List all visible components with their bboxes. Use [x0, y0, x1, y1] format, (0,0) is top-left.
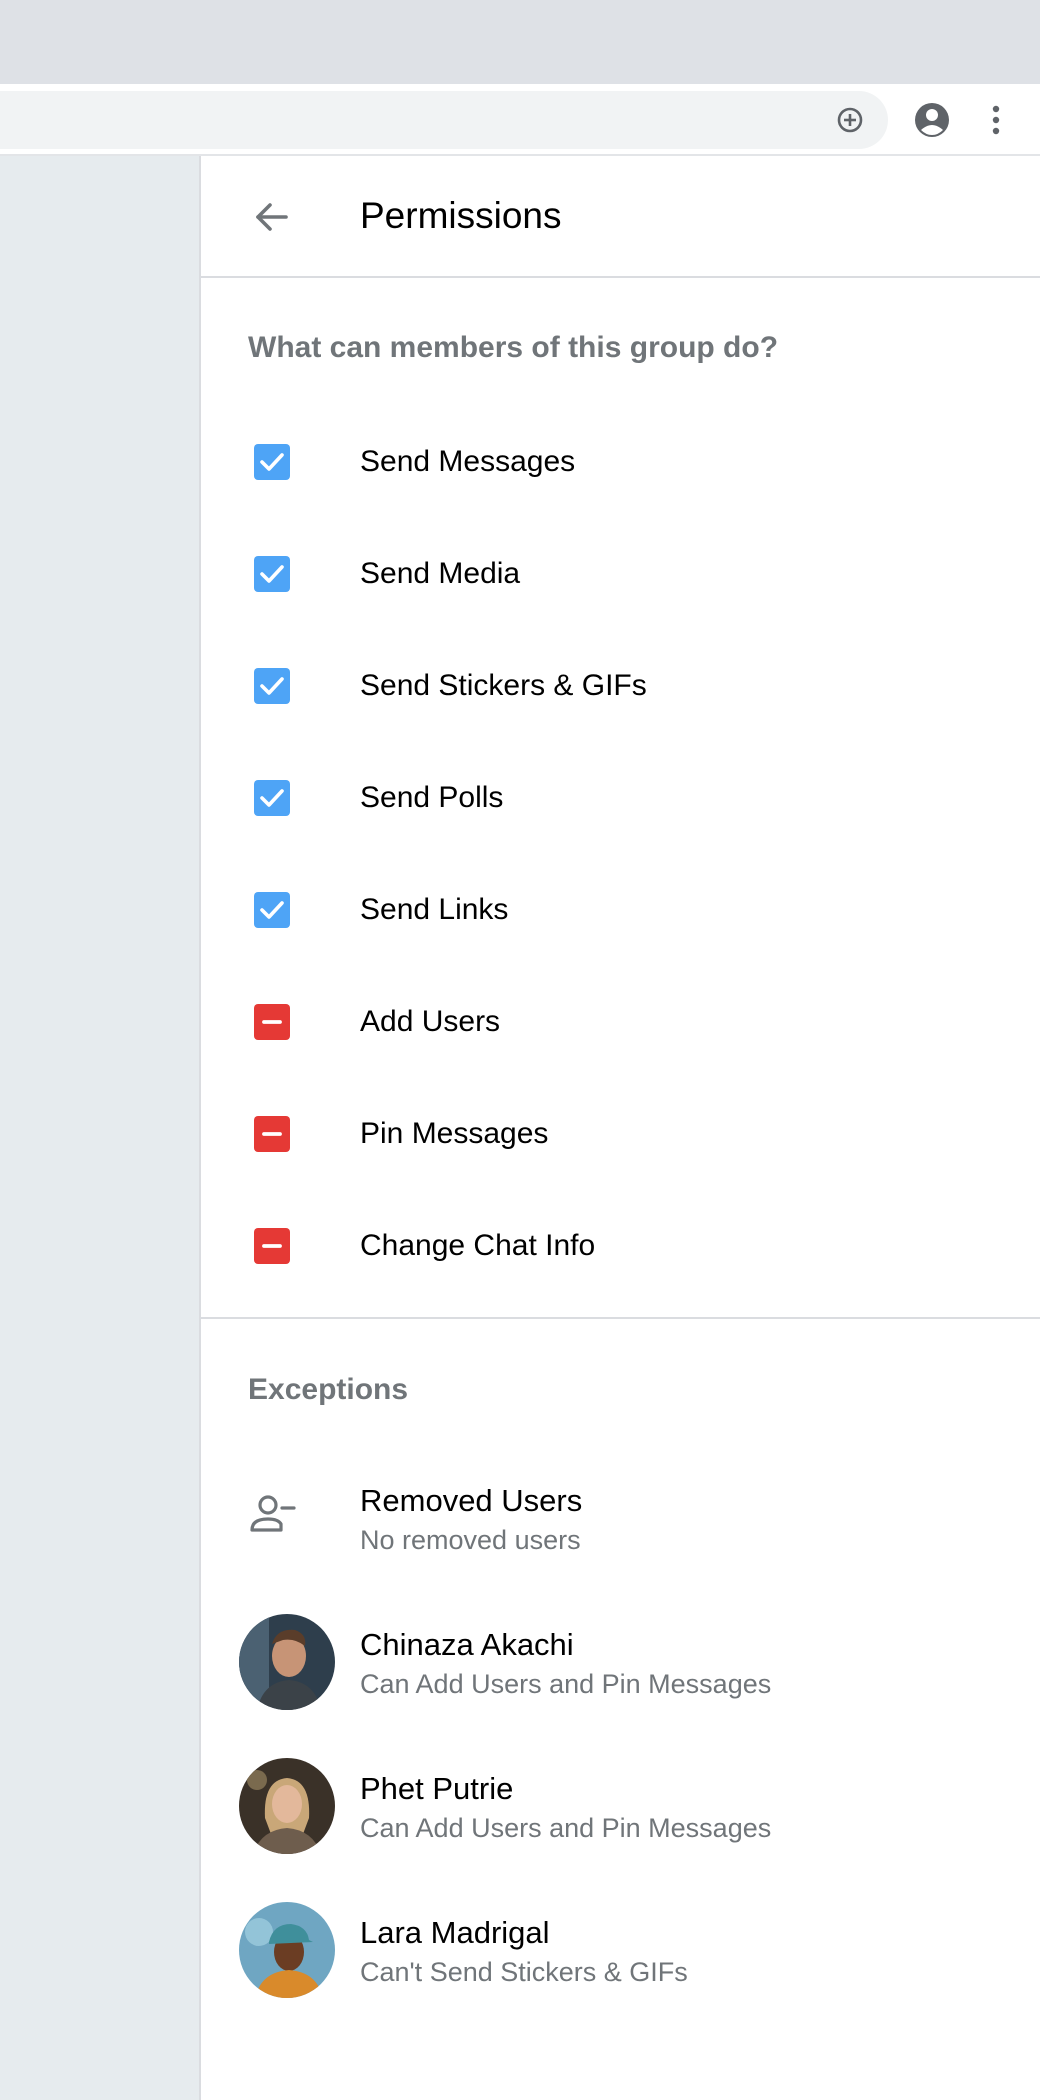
section-divider [201, 1317, 1040, 1319]
permission-send-polls[interactable]: Send Polls [201, 742, 1040, 854]
permission-send-media[interactable]: Send Media [201, 518, 1040, 630]
permission-label: Send Media [360, 557, 521, 590]
permission-pin-messages[interactable]: Pin Messages [201, 1078, 1040, 1190]
member-name: Lara Madrigal [360, 1915, 550, 1950]
member-exception-detail: Can't Send Stickers & GIFs [360, 1957, 688, 1987]
checkbox-checked-icon[interactable] [254, 556, 290, 592]
checkbox-restricted-icon[interactable] [254, 1004, 290, 1040]
permission-send-messages[interactable]: Send Messages [201, 406, 1040, 518]
removed-users-title: Removed Users [360, 1483, 583, 1518]
member-name: Chinaza Akachi [360, 1627, 574, 1662]
permission-label: Pin Messages [360, 1117, 549, 1150]
member-exception-detail: Can Add Users and Pin Messages [360, 1813, 772, 1843]
permissions-heading: What can members of this group do? [248, 331, 779, 364]
exception-member-row[interactable]: Lara Madrigal Can't Send Stickers & GIFs [201, 1894, 1040, 2030]
exception-member-row[interactable]: Phet Putrie Can Add Users and Pin Messag… [201, 1750, 1040, 1886]
left-pane [0, 156, 199, 2100]
permission-add-users[interactable]: Add Users [201, 966, 1040, 1078]
add-circle-icon[interactable] [834, 104, 866, 136]
permission-label: Send Messages [360, 445, 576, 478]
exceptions-heading: Exceptions [248, 1373, 409, 1406]
avatar [239, 1758, 335, 1854]
address-bar[interactable] [0, 91, 888, 149]
checkbox-checked-icon[interactable] [254, 780, 290, 816]
removed-users-subtitle: No removed users [360, 1525, 581, 1555]
permission-change-chat-info[interactable]: Change Chat Info [201, 1190, 1040, 1302]
avatar [239, 1902, 335, 1998]
permission-label: Send Stickers & GIFs [360, 669, 647, 702]
exception-member-row[interactable]: Chinaza Akachi Can Add Users and Pin Mes… [201, 1606, 1040, 1742]
checkbox-restricted-icon[interactable] [254, 1228, 290, 1264]
panel-header [201, 156, 1040, 276]
header-divider [201, 276, 1040, 278]
checkbox-restricted-icon[interactable] [254, 1116, 290, 1152]
permission-label: Change Chat Info [360, 1229, 596, 1262]
member-name: Phet Putrie [360, 1771, 514, 1806]
arrow-left-icon[interactable] [250, 195, 294, 239]
checkbox-checked-icon[interactable] [254, 444, 290, 480]
permission-send-links[interactable]: Send Links [201, 854, 1040, 966]
more-vert-icon[interactable] [980, 102, 1012, 138]
permission-label: Add Users [360, 1005, 501, 1038]
page-title: Permissions [360, 195, 562, 236]
user-remove-icon [248, 1490, 296, 1538]
account-circle-icon[interactable] [912, 100, 952, 140]
permission-label: Send Links [360, 893, 509, 926]
checkbox-checked-icon[interactable] [254, 668, 290, 704]
browser-tab-strip [0, 0, 1040, 84]
permission-send-stickers-gifs[interactable]: Send Stickers & GIFs [201, 630, 1040, 742]
permission-label: Send Polls [360, 781, 504, 814]
member-exception-detail: Can Add Users and Pin Messages [360, 1669, 772, 1699]
checkbox-checked-icon[interactable] [254, 892, 290, 928]
avatar [239, 1614, 335, 1710]
removed-users-row[interactable]: Removed Users No removed users [201, 1462, 1040, 1598]
